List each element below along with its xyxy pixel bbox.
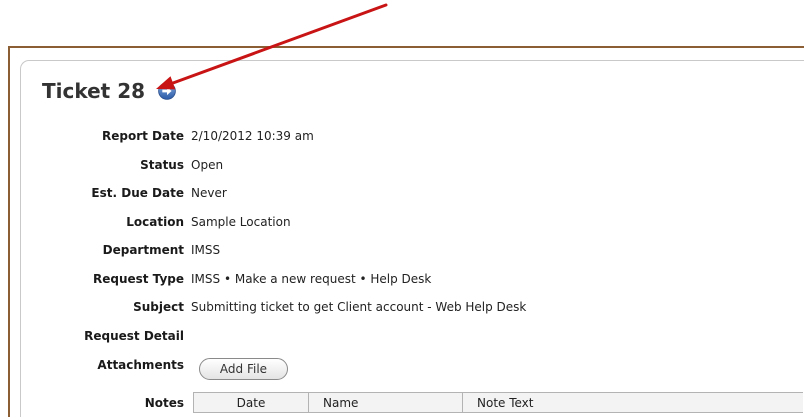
field-report-date: Report Date 2/10/2012 10:39 am bbox=[0, 128, 804, 144]
attachments-label: Attachments bbox=[97, 358, 184, 372]
subject-value: Submitting ticket to get Client account … bbox=[191, 300, 527, 314]
field-request-detail: Request Detail bbox=[0, 328, 804, 344]
report-date-value: 2/10/2012 10:39 am bbox=[191, 129, 314, 143]
notes-column-name[interactable]: Name bbox=[308, 392, 463, 413]
est-due-date-label: Est. Due Date bbox=[91, 186, 184, 200]
est-due-date-value: Never bbox=[191, 186, 227, 200]
field-subject: Subject Submitting ticket to get Client … bbox=[0, 299, 804, 315]
field-attachments: Attachments bbox=[0, 357, 804, 373]
request-type-value: IMSS • Make a new request • Help Desk bbox=[191, 272, 432, 286]
page-title: Ticket 28 bbox=[42, 79, 146, 103]
ticket-view: Ticket 28 Report Date 2/10/2012 10:39 am… bbox=[0, 0, 804, 417]
location-label: Location bbox=[126, 215, 184, 229]
field-status: Status Open bbox=[0, 157, 804, 173]
circle-arrow-right-icon[interactable] bbox=[158, 82, 176, 100]
request-detail-label: Request Detail bbox=[84, 329, 184, 343]
notes-column-date[interactable]: Date bbox=[193, 392, 309, 413]
field-est-due-date: Est. Due Date Never bbox=[0, 185, 804, 201]
department-value: IMSS bbox=[191, 243, 221, 257]
field-department: Department IMSS bbox=[0, 242, 804, 258]
status-label: Status bbox=[140, 158, 184, 172]
field-location: Location Sample Location bbox=[0, 214, 804, 230]
request-type-label: Request Type bbox=[92, 272, 184, 286]
report-date-label: Report Date bbox=[102, 129, 184, 143]
field-request-type: Request Type IMSS • Make a new request •… bbox=[0, 271, 804, 287]
notes-table: Date Name Note Text bbox=[193, 392, 803, 413]
status-value: Open bbox=[191, 158, 224, 172]
notes-header-row: Date Name Note Text bbox=[193, 392, 803, 413]
location-value: Sample Location bbox=[191, 215, 291, 229]
department-label: Department bbox=[102, 243, 184, 257]
notes-label: Notes bbox=[144, 396, 184, 410]
subject-label: Subject bbox=[133, 300, 184, 314]
add-file-button[interactable]: Add File bbox=[199, 358, 288, 380]
notes-column-note-text[interactable]: Note Text bbox=[462, 392, 803, 413]
